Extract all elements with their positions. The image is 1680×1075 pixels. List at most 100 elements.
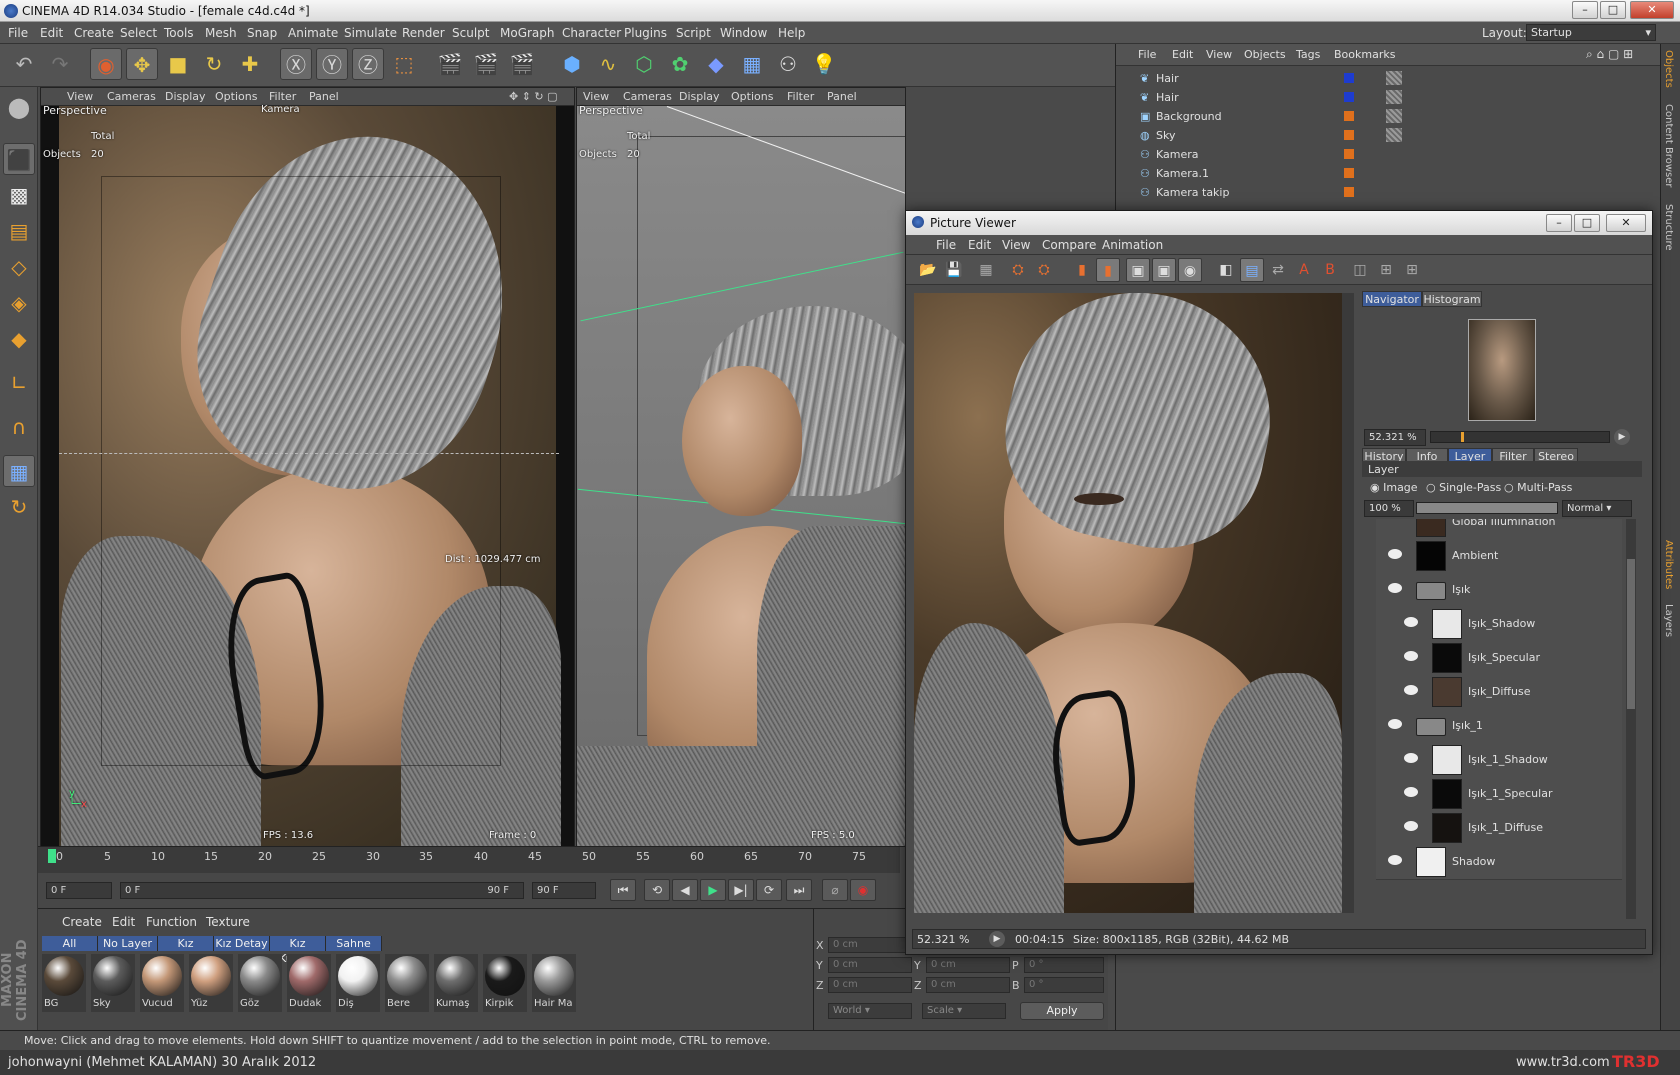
layer-color-swatch[interactable]: [1344, 73, 1354, 83]
tab-histogram[interactable]: Histogram: [1422, 291, 1482, 307]
size-z-field[interactable]: 0 cm: [926, 977, 1010, 993]
menu-tools[interactable]: Tools: [164, 26, 194, 40]
record-icon[interactable]: ◉: [850, 879, 876, 901]
menu-create[interactable]: Create: [74, 26, 114, 40]
pv-close-button[interactable]: ✕: [1606, 214, 1646, 232]
render-layer-row[interactable]: Işık_1_Specular: [1376, 777, 1622, 812]
eye-icon[interactable]: [1388, 855, 1402, 865]
eye-icon[interactable]: [1404, 787, 1418, 797]
status-play-icon[interactable]: ▶: [989, 931, 1005, 947]
layer-color-swatch[interactable]: [1344, 187, 1354, 197]
render-layer-row[interactable]: Işık_1_Shadow: [1376, 743, 1622, 778]
cube-icon[interactable]: ⬢: [556, 48, 588, 80]
status-zoom[interactable]: 52.321 %: [917, 933, 969, 946]
material-swatch[interactable]: Yüz: [189, 954, 233, 1012]
render-layer-row[interactable]: Işık_1_Diffuse: [1376, 811, 1622, 846]
snap-icon[interactable]: ▦: [3, 455, 35, 487]
opacity-slider[interactable]: [1416, 502, 1558, 514]
coordinate-system-icon[interactable]: ⬚: [388, 48, 420, 80]
minimize-button[interactable]: –: [1572, 1, 1598, 19]
layer-color-swatch[interactable]: [1344, 168, 1354, 178]
pv-menu-animation[interactable]: Animation: [1102, 238, 1163, 252]
eye-icon[interactable]: [1404, 685, 1418, 695]
world-select[interactable]: World ▾: [828, 1003, 912, 1019]
render-view-pv-icon[interactable]: ▮: [1070, 258, 1094, 282]
play-icon[interactable]: ▶: [700, 879, 726, 901]
pv-menu-file[interactable]: File: [936, 238, 956, 252]
material-swatch[interactable]: Diş: [336, 954, 380, 1012]
next-key-icon[interactable]: ⟳: [756, 879, 782, 901]
size-y-field[interactable]: 0 cm: [926, 957, 1010, 973]
move-tool-icon[interactable]: ✥: [126, 48, 158, 80]
vp-menu-panel[interactable]: Panel: [309, 90, 339, 103]
object-tag-icon[interactable]: [1386, 90, 1402, 104]
rendered-image[interactable]: [914, 293, 1342, 913]
render-layer-row[interactable]: Işık_1: [1376, 709, 1622, 744]
go-to-end-icon[interactable]: ⏭: [786, 879, 812, 901]
layer-color-swatch[interactable]: [1344, 92, 1354, 102]
eye-icon[interactable]: [1404, 617, 1418, 627]
set-a-icon[interactable]: A: [1292, 258, 1316, 282]
cloner-icon[interactable]: ✿: [664, 48, 696, 80]
go-to-start-icon[interactable]: ⏮: [610, 879, 636, 901]
tab-objects[interactable]: Objects: [1663, 50, 1674, 88]
material-swatch[interactable]: Kirpik: [483, 954, 527, 1012]
layer-scrollbar[interactable]: [1626, 519, 1636, 919]
menu-script[interactable]: Script: [676, 26, 711, 40]
mat-tab-all[interactable]: All: [42, 936, 98, 951]
object-row[interactable]: ◍ Sky: [1124, 126, 1654, 145]
object-tag-icon[interactable]: [1386, 109, 1402, 123]
material-swatch[interactable]: BG: [42, 954, 86, 1012]
compare-icon[interactable]: ◧: [1214, 258, 1238, 282]
eye-icon[interactable]: [1388, 549, 1402, 559]
undo-icon[interactable]: ↶: [8, 48, 40, 80]
vp2-menu-filter[interactable]: Filter: [787, 90, 814, 103]
coord-z-field[interactable]: 0 cm: [828, 977, 912, 993]
menu-character[interactable]: Character: [562, 26, 621, 40]
material-swatch[interactable]: Göz: [238, 954, 282, 1012]
menu-simulate[interactable]: Simulate: [344, 26, 397, 40]
mat-menu-create[interactable]: Create: [62, 915, 102, 929]
set-b-icon[interactable]: B: [1318, 258, 1342, 282]
tab-structure[interactable]: Structure: [1663, 204, 1674, 251]
frame-range-slider[interactable]: 0 F 90 F: [120, 882, 524, 899]
menu-mograph[interactable]: MoGraph: [500, 26, 555, 40]
open-icon[interactable]: 📂: [916, 258, 940, 282]
search-icon[interactable]: ⌕ ⌂ ▢ ⊞: [1586, 47, 1633, 62]
render-layer-row[interactable]: Shadow: [1376, 845, 1622, 880]
mat-tab-kiz[interactable]: Kız: [158, 936, 214, 951]
layer-color-swatch[interactable]: [1344, 130, 1354, 140]
menu-select[interactable]: Select: [120, 26, 157, 40]
vp-menu-display[interactable]: Display: [165, 90, 206, 103]
mat-menu-function[interactable]: Function: [146, 915, 197, 929]
stereo-icon[interactable]: ◫: [1348, 258, 1372, 282]
pv-menu-compare[interactable]: Compare: [1042, 238, 1096, 252]
mode-image-radio[interactable]: ◉ Image: [1370, 481, 1418, 494]
menu-file[interactable]: File: [8, 26, 28, 40]
viewport-perspective-2[interactable]: View Cameras Display Options Filter Pane…: [576, 87, 906, 847]
spline-icon[interactable]: ∿: [592, 48, 624, 80]
image-scrollbar[interactable]: [1342, 293, 1354, 913]
om-menu-objects[interactable]: Objects: [1244, 48, 1286, 61]
layout-select[interactable]: Startup ▾: [1526, 24, 1656, 41]
render-picture-viewer-icon[interactable]: 🎬: [470, 48, 502, 80]
mode-multi-pass-radio[interactable]: ○ Multi-Pass: [1504, 481, 1572, 494]
render-layer-row[interactable]: Işık_Diffuse: [1376, 675, 1622, 710]
current-frame-field[interactable]: 0 F: [46, 882, 112, 899]
live-selection-icon[interactable]: ◉: [90, 48, 122, 80]
layer-icon[interactable]: ⊞: [1374, 258, 1398, 282]
render-layer-row[interactable]: Işık_Specular: [1376, 641, 1622, 676]
object-row[interactable]: ⚇ Kamera takip: [1124, 183, 1654, 202]
eye-icon[interactable]: [1404, 753, 1418, 763]
render-settings-icon[interactable]: 🎬: [506, 48, 538, 80]
object-row[interactable]: ⚇ Kamera: [1124, 145, 1654, 164]
pv-menu-edit[interactable]: Edit: [968, 238, 991, 252]
tab-navigator[interactable]: Navigator: [1362, 291, 1422, 307]
om-menu-view[interactable]: View: [1206, 48, 1232, 61]
material-swatch[interactable]: Vucud: [140, 954, 184, 1012]
vp-menu-filter[interactable]: Filter: [269, 90, 296, 103]
material-swatch[interactable]: Sky: [91, 954, 135, 1012]
layer-color-swatch[interactable]: [1344, 111, 1354, 121]
mat-menu-edit[interactable]: Edit: [112, 915, 135, 929]
vp-menu-options[interactable]: Options: [215, 90, 257, 103]
